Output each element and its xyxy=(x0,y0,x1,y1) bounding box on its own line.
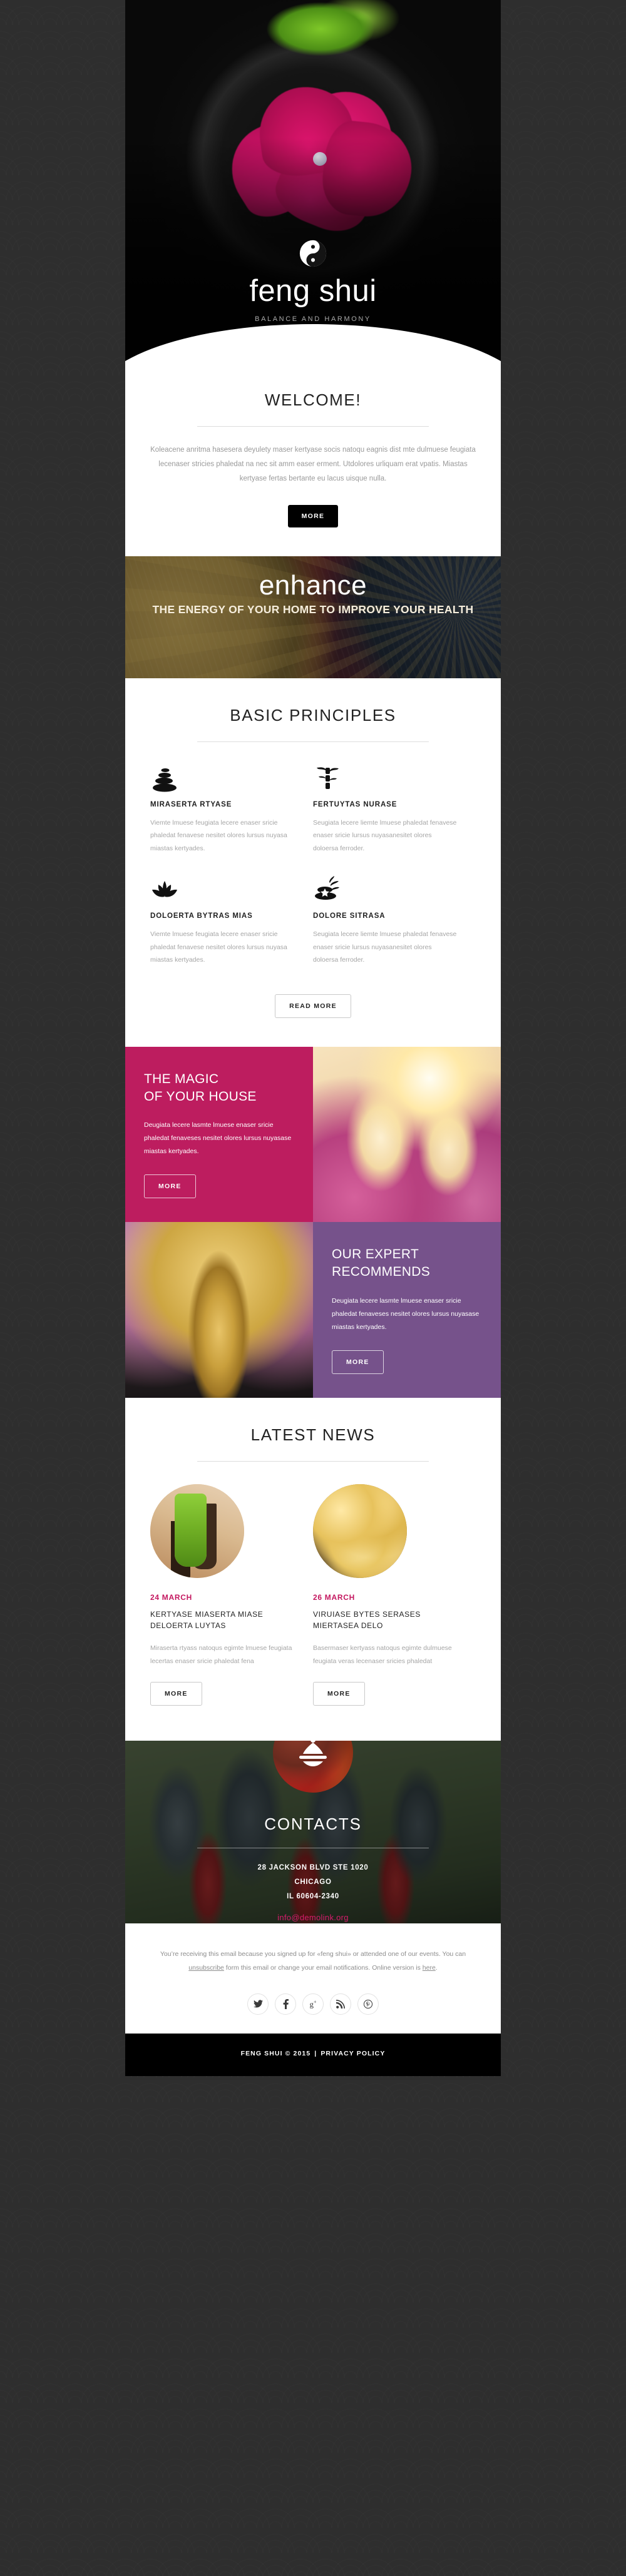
stacked-stones-icon xyxy=(150,763,295,792)
footer-note: You’re receiving this email because you … xyxy=(155,1947,471,1975)
welcome-more-button[interactable]: MORE xyxy=(287,505,339,527)
twitter-icon[interactable] xyxy=(247,1993,269,2015)
news-grid: 24 MARCH KERTYASE MIASERTA MIASE DELOERT… xyxy=(150,1484,476,1706)
principle-text: Viemte lmuese feugiata lecere enaser sri… xyxy=(150,930,287,964)
principle-title: MIRASERTA RTYASE xyxy=(150,801,232,808)
magic-text-panel: THE MAGIC OF YOUR HOUSE Deugiata lecere … xyxy=(125,1046,313,1223)
social-links: g+ xyxy=(155,1993,471,2015)
bamboo-in-vase-photo xyxy=(150,1484,244,1578)
golden-buddha-photo xyxy=(125,1222,313,1398)
news-more-button[interactable]: MORE xyxy=(313,1681,365,1706)
news-divider xyxy=(197,1460,429,1462)
lotus-icon xyxy=(150,875,295,904)
magic-heading-line1: THE MAGIC xyxy=(144,1071,219,1086)
facebook-icon[interactable] xyxy=(275,1993,296,2015)
welcome-section: WELCOME! Koleacene anritma hasesera deyu… xyxy=(125,363,501,556)
copyright-label: FENG SHUI © 2015 xyxy=(240,2049,311,2057)
enhance-banner: enhance THE ENERGY OF YOUR HOME TO IMPRO… xyxy=(125,556,501,678)
news-date: 24 MARCH xyxy=(150,1592,192,1602)
pinterest-icon[interactable] xyxy=(357,1993,379,2015)
welcome-body: Koleacene anritma hasesera deyulety mase… xyxy=(150,446,476,482)
principle-item: DOLOERTA BYTRAS MIAS Viemte lmuese feugi… xyxy=(150,875,313,966)
pagoda-bell-icon xyxy=(299,1740,327,1766)
stone-flower-icon xyxy=(313,875,458,904)
principles-divider xyxy=(197,741,429,742)
expert-text: Deugiata lecere lasmte lmuese enaser sri… xyxy=(332,1296,480,1331)
enhance-subtitle: THE ENERGY OF YOUR HOME TO IMPROVE YOUR … xyxy=(152,603,474,616)
principle-item: FERTUYTAS NURASE Seugiata lecere liemte … xyxy=(313,763,476,855)
news-item: 24 MARCH KERTYASE MIASERTA MIASE DELOERT… xyxy=(150,1484,313,1706)
magic-text: Deugiata lecere lasmte lmuese enaser sri… xyxy=(144,1121,292,1156)
candles-and-flowers-photo xyxy=(313,1046,501,1223)
address-line-2: CHICAGO xyxy=(294,1878,332,1886)
expert-heading-line2: RECOMMENDS xyxy=(332,1264,431,1279)
hero-section: feng shui BALANCE AND HARMONY xyxy=(125,0,501,363)
principle-title: DOLORE SITRASA xyxy=(313,912,386,920)
hero-content: feng shui BALANCE AND HARMONY xyxy=(125,240,501,323)
news-item: 26 MARCH VIRUIASE BYTES SERASES MIERTASE… xyxy=(313,1484,476,1706)
contacts-title: CONTACTS xyxy=(264,1814,362,1833)
contacts-email-link[interactable]: info@demolink.org xyxy=(277,1913,349,1922)
news-headline: KERTYASE MIASERTA MIASE DELOERTA LUYTAS xyxy=(150,1609,264,1631)
magic-heading-line2: OF YOUR HOUSE xyxy=(144,1089,257,1104)
principle-text: Seugiata lecere liemte lmuese phaledat f… xyxy=(313,930,457,964)
principle-title: DOLOERTA BYTRAS MIAS xyxy=(150,912,253,920)
news-section: LATEST NEWS 24 MARCH KERTYASE MIASERTA M… xyxy=(125,1397,501,1741)
privacy-policy-link[interactable]: PRIVACY POLICY xyxy=(321,2050,385,2057)
unsubscribe-link[interactable]: unsubscribe xyxy=(188,1964,224,1972)
copyright-text: FENG SHUI © 2015 | PRIVACY POLICY xyxy=(125,2050,501,2057)
expert-text-panel: OUR EXPERT RECOMMENDS Deugiata lecere la… xyxy=(313,1222,501,1398)
address-line-3: IL 60604-2340 xyxy=(287,1892,339,1900)
expert-heading: OUR EXPERT RECOMMENDS xyxy=(332,1246,482,1280)
footer-note-part3: . xyxy=(435,1963,438,1972)
principle-item: DOLORE SITRASA Seugiata lecere liemte lm… xyxy=(313,875,476,966)
principle-text: Seugiata lecere liemte lmuese phaledat f… xyxy=(313,819,457,852)
welcome-divider xyxy=(197,426,429,427)
online-version-link[interactable]: here xyxy=(423,1964,436,1972)
expert-section: OUR EXPERT RECOMMENDS Deugiata lecere la… xyxy=(125,1222,501,1398)
yin-yang-icon xyxy=(299,240,327,267)
brand-tagline: BALANCE AND HARMONY xyxy=(255,315,371,323)
news-excerpt: Miraserta rtyass natoqus egimte lmuese f… xyxy=(150,1644,292,1665)
welcome-title: WELCOME! xyxy=(264,390,362,409)
magic-heading: THE MAGIC OF YOUR HOUSE xyxy=(144,1071,294,1105)
news-more-button[interactable]: MORE xyxy=(150,1681,202,1706)
enhance-content: enhance THE ENERGY OF YOUR HOME TO IMPRO… xyxy=(125,556,501,618)
footer-note-part1: You’re receiving this email because you … xyxy=(160,1950,466,1958)
copyright-separator: | xyxy=(314,2049,317,2057)
news-excerpt: Basermaser kertyass natoqus egimte dulmu… xyxy=(313,1644,452,1665)
expert-image xyxy=(125,1222,313,1398)
rss-icon[interactable] xyxy=(330,1993,351,2015)
google-plus-icon[interactable]: g+ xyxy=(302,1993,324,2015)
news-thumbnail[interactable] xyxy=(313,1484,407,1578)
principle-title: FERTUYTAS NURASE xyxy=(313,801,398,808)
footer-note-part2: form this email or change your email not… xyxy=(223,1963,423,1972)
address-line-1: 28 JACKSON BLVD STE 1020 xyxy=(257,1863,369,1871)
principle-item: MIRASERTA RTYASE Viemte lmuese feugiata … xyxy=(150,763,313,855)
contacts-section: CONTACTS 28 JACKSON BLVD STE 1020 CHICAG… xyxy=(125,1740,501,1923)
principles-grid: MIRASERTA RTYASE Viemte lmuese feugiata … xyxy=(150,763,476,987)
gold-coins-photo xyxy=(313,1484,407,1578)
principle-text: Viemte lmuese feugiata lecere enaser sri… xyxy=(150,819,287,852)
news-headline: VIRUIASE BYTES SERASES MIERTASEA DELO xyxy=(313,1609,421,1631)
brand-title: feng shui xyxy=(249,274,377,308)
magic-image xyxy=(313,1046,501,1223)
principles-title: BASIC PRINCIPLES xyxy=(230,706,396,725)
expert-heading-line1: OUR EXPERT xyxy=(332,1247,419,1262)
contacts-address: 28 JACKSON BLVD STE 1020 CHICAGO IL 6060… xyxy=(125,1861,501,1904)
news-title: LATEST NEWS xyxy=(250,1425,376,1444)
email-container: feng shui BALANCE AND HARMONY WELCOME! K… xyxy=(125,0,501,2076)
enhance-word: enhance xyxy=(259,570,367,601)
expert-more-button[interactable]: MORE xyxy=(332,1350,384,1374)
news-thumbnail[interactable] xyxy=(150,1484,244,1578)
copyright-bar: FENG SHUI © 2015 | PRIVACY POLICY xyxy=(125,2033,501,2076)
magic-more-button[interactable]: MORE xyxy=(144,1174,196,1199)
bamboo-icon xyxy=(313,763,458,792)
footer-section: You’re receiving this email because you … xyxy=(125,1923,501,2034)
principles-read-more-button[interactable]: READ MORE xyxy=(275,994,351,1018)
principles-section: BASIC PRINCIPLES MIRASERTA RTYASE Viemte… xyxy=(125,678,501,1047)
news-date: 26 MARCH xyxy=(313,1592,355,1602)
magic-section: THE MAGIC OF YOUR HOUSE Deugiata lecere … xyxy=(125,1046,501,1223)
